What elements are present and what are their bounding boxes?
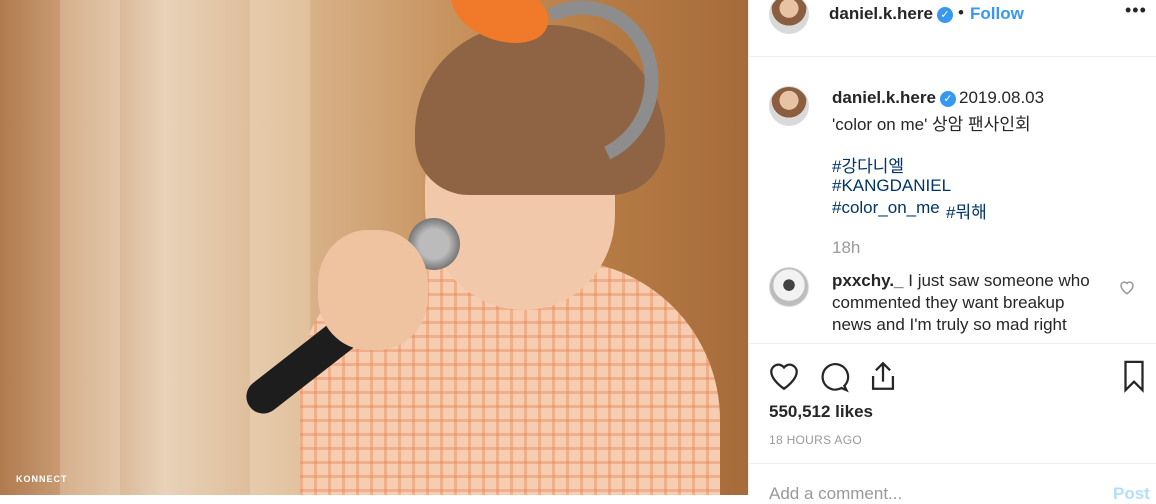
bookmark-icon[interactable] xyxy=(1117,359,1151,393)
post-button[interactable]: Post xyxy=(1113,484,1150,504)
hashtag-link[interactable]: #KANGDANIEL xyxy=(832,176,951,196)
likes-count[interactable]: 550,512 likes xyxy=(769,402,873,422)
verified-badge-icon: ✓ xyxy=(939,91,956,107)
caption-time: 18h xyxy=(832,238,861,257)
caption-username-text[interactable]: daniel.k.here xyxy=(832,88,936,107)
post-actions: 550,512 likes 18 HOURS AGO xyxy=(749,343,1156,464)
header-username[interactable]: daniel.k.here ✓ xyxy=(829,4,953,24)
hand xyxy=(318,230,428,350)
avatar[interactable] xyxy=(769,0,809,34)
separator-dot: • xyxy=(958,3,964,22)
post-sidebar: daniel.k.here ✓ • Follow ••• daniel.k.her… xyxy=(748,0,1156,503)
caption-text: 'color on me' 상암 팬사인회 xyxy=(832,115,1031,134)
comment-bubble-icon[interactable] xyxy=(816,359,850,393)
comment-username[interactable]: pxxchy._ xyxy=(832,271,904,290)
follow-button[interactable]: Follow xyxy=(970,4,1024,24)
more-options-icon[interactable]: ••• xyxy=(1125,0,1147,21)
hashtag-link[interactable]: #color_on_me xyxy=(832,198,940,218)
share-icon[interactable] xyxy=(866,359,900,393)
like-comment-heart-icon[interactable] xyxy=(1118,278,1136,296)
commenter-avatar[interactable] xyxy=(769,267,809,307)
post-header: daniel.k.here ✓ • Follow ••• xyxy=(749,0,1156,57)
hashtag-link[interactable]: #강다니엘 xyxy=(832,152,904,177)
post-photo[interactable]: KONNECT xyxy=(0,0,748,495)
caption-date: 2019.08.03 xyxy=(959,88,1045,107)
caption-avatar[interactable] xyxy=(769,86,809,126)
post-timestamp[interactable]: 18 HOURS AGO xyxy=(769,433,862,447)
verified-badge-icon: ✓ xyxy=(936,7,953,23)
like-heart-icon[interactable] xyxy=(767,359,801,393)
watermark-logo: KONNECT xyxy=(16,474,68,484)
hashtag-link[interactable]: #뭐해 xyxy=(946,198,987,223)
comment-text: pxxchy._ I just saw someone who commente… xyxy=(832,270,1102,336)
caption-username[interactable]: daniel.k.here ✓ xyxy=(832,88,956,108)
add-comment-input[interactable]: Add a comment... xyxy=(769,484,902,504)
background-stripe xyxy=(60,0,120,495)
header-username-text[interactable]: daniel.k.here xyxy=(829,4,933,23)
add-comment-bar: Add a comment... Post xyxy=(749,463,1156,503)
